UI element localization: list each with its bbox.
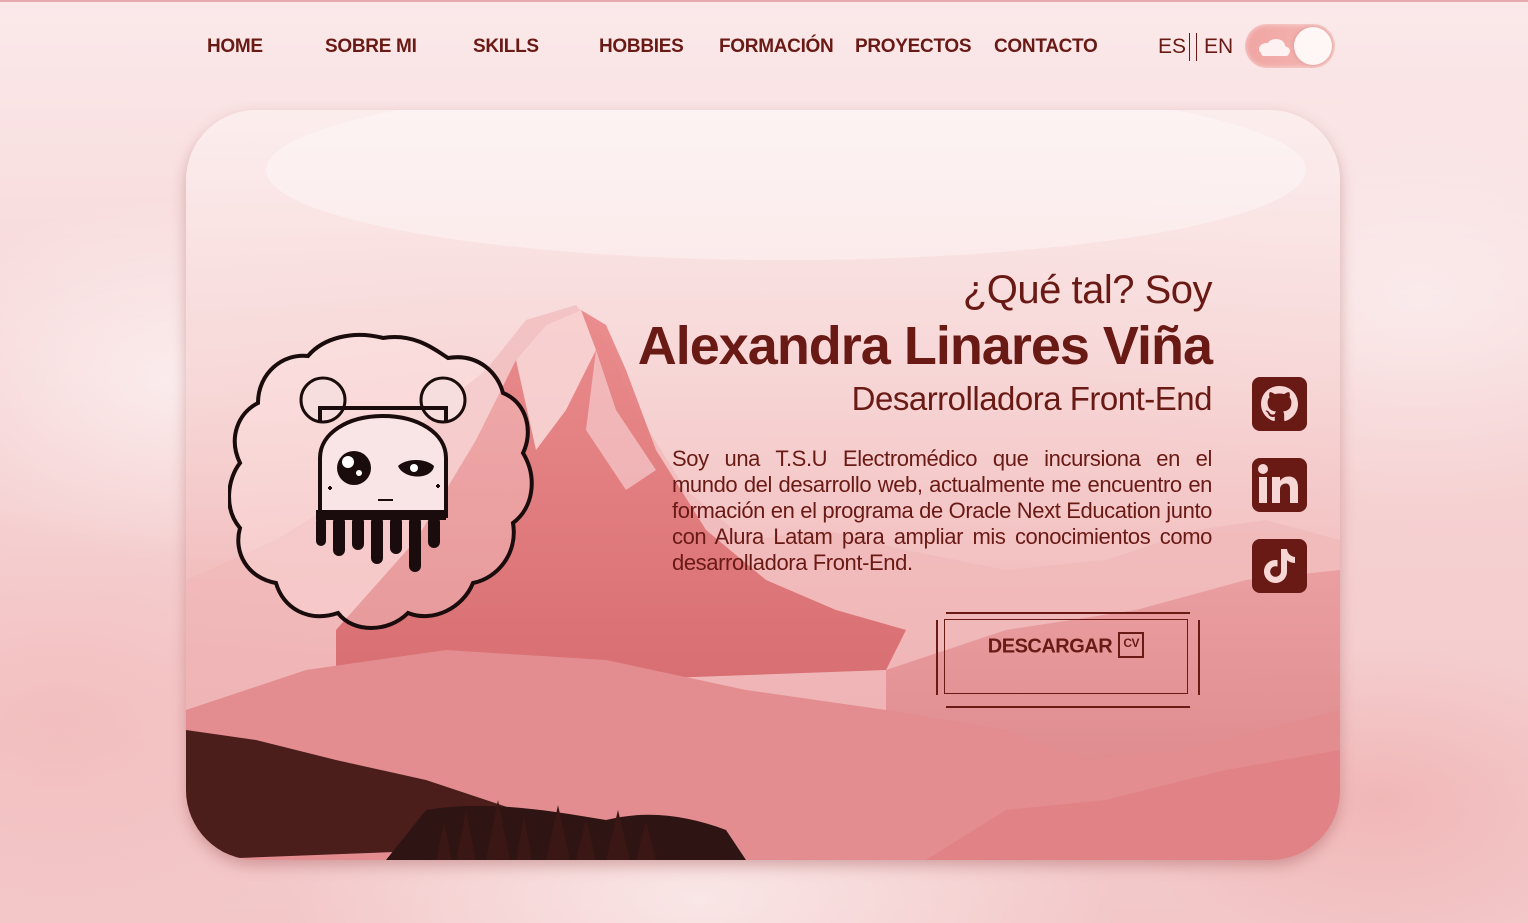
nav-home[interactable]: HOME <box>207 34 263 60</box>
cv-frame-line <box>946 706 1190 708</box>
download-cv-button[interactable]: DESCARGAR CV <box>936 612 1200 708</box>
lang-es-button[interactable]: ES <box>1158 34 1186 60</box>
hero-role: Desarrolladora Front-End <box>851 380 1213 417</box>
cv-button-content: DESCARGAR CV <box>936 632 1196 660</box>
linkedin-link[interactable] <box>1252 458 1307 512</box>
tiktok-link[interactable] <box>1252 539 1307 593</box>
nav-proyectos[interactable]: PROYECTOS <box>855 34 972 60</box>
cloud-icon <box>1259 39 1290 56</box>
hero-card: ¿Qué tal? Soy Alexandra Linares Viña Des… <box>186 110 1340 860</box>
hero-greeting: ¿Qué tal? Soy <box>962 268 1213 312</box>
github-link[interactable] <box>1252 377 1307 431</box>
nav-contacto[interactable]: CONTACTO <box>994 34 1098 60</box>
nav-hobbies[interactable]: HOBBIES <box>599 34 684 60</box>
lang-divider <box>1189 33 1197 61</box>
toggle-knob <box>1294 27 1332 65</box>
hero-bio: Soy una T.S.U Electromédico que incursio… <box>672 446 1212 575</box>
hero-name: Alexandra Linares Viña <box>637 316 1213 376</box>
cv-frame-line <box>1198 620 1200 695</box>
tiktok-icon <box>1264 549 1295 583</box>
top-navigation: HOME SOBRE MI SKILLS HOBBIES FORMACIÓN P… <box>0 0 1528 92</box>
nav-sobre-mi[interactable]: SOBRE MI <box>325 34 417 60</box>
cartoon-avatar-icon <box>228 332 534 630</box>
lang-en-button[interactable]: EN <box>1204 34 1233 60</box>
cv-icon: CV <box>1118 632 1145 658</box>
nav-skills[interactable]: SKILLS <box>473 34 539 60</box>
linkedin-icon <box>1258 464 1298 503</box>
nav-formacion[interactable]: FORMACIÓN <box>719 34 834 60</box>
theme-toggle[interactable] <box>1245 24 1335 68</box>
github-icon <box>1261 386 1298 422</box>
cv-button-label: DESCARGAR <box>987 635 1113 658</box>
cv-frame-line <box>946 612 1190 614</box>
